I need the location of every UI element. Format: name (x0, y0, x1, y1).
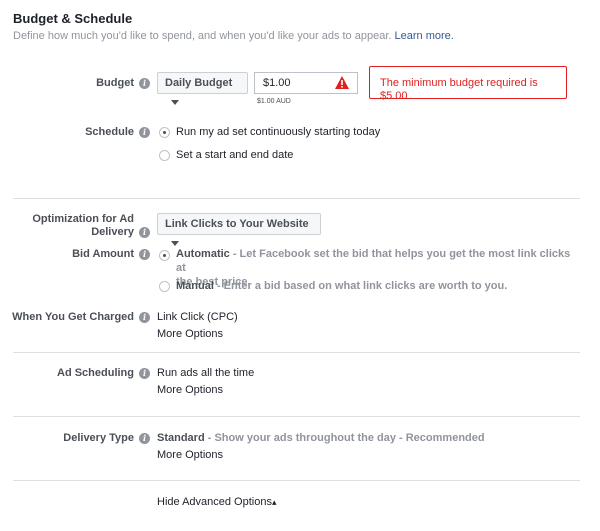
delivery-type-value: Standard - Show your ads throughout the … (157, 431, 577, 445)
schedule-continuous-radio[interactable] (159, 127, 170, 138)
budget-type-dropdown[interactable]: Daily Budget (157, 72, 248, 105)
ad-scheduling-label: Ad Scheduling (57, 367, 134, 379)
optimization-label: Optimization for Ad Delivery (32, 213, 134, 239)
budget-type-label: Daily Budget (165, 77, 233, 89)
schedule-start-end-radio[interactable] (159, 150, 170, 161)
budget-amount-value: $1.00 (263, 77, 291, 89)
section-divider (13, 352, 580, 353)
schedule-label: Schedule (85, 126, 134, 138)
chevron-up-icon: ▴ (271, 497, 277, 507)
bid-manual-desc: - Enter a bid based on what link clicks … (213, 280, 508, 292)
bid-automatic-radio[interactable] (159, 250, 170, 261)
bid-automatic-desc: - Let Facebook set the bid that helps yo… (176, 248, 571, 274)
budget-label: Budget (96, 77, 134, 89)
bid-amount-label: Bid Amount (72, 248, 134, 260)
ad-scheduling-more-options-link[interactable]: More Options (157, 383, 223, 397)
charged-more-options-link[interactable]: More Options (157, 327, 223, 341)
delivery-type-desc: - Show your ads throughout the day - Rec… (204, 432, 485, 444)
bid-manual-radio[interactable] (159, 281, 170, 292)
delivery-type-label: Delivery Type (63, 432, 134, 444)
info-icon[interactable]: i (139, 227, 150, 238)
schedule-option-continuous[interactable]: Run my ad set continuously starting toda… (176, 125, 380, 139)
optimization-label-line2: Delivery (91, 226, 134, 238)
section-divider (13, 198, 580, 199)
bid-manual-title: Manual (176, 280, 214, 292)
info-icon[interactable]: i (139, 368, 150, 379)
section-divider (13, 416, 580, 417)
ad-scheduling-value: Run ads all the time (157, 367, 255, 379)
learn-more-link[interactable]: Learn more. (395, 30, 454, 42)
schedule-option-start-end[interactable]: Set a start and end date (176, 148, 293, 162)
hide-advanced-label: Hide Advanced Options (157, 496, 272, 508)
chevron-down-icon (171, 99, 179, 105)
info-icon[interactable]: i (139, 249, 150, 260)
optimization-value: Link Clicks to Your Website (165, 218, 309, 230)
budget-currency-caption: $1.00 AUD (257, 98, 291, 105)
optimization-label-line1: Optimization for Ad (32, 213, 134, 225)
budget-error-tooltip: The minimum budget required is $5.00 (369, 66, 567, 102)
subtitle-text: Define how much you'd like to spend, and… (13, 30, 392, 42)
bid-automatic-title: Automatic (176, 248, 230, 260)
charged-label: When You Get Charged (12, 311, 134, 323)
budget-error-text: The minimum budget required is $5.00 (380, 77, 538, 102)
delivery-type-title: Standard (157, 432, 205, 444)
charged-value: Link Click (CPC) (157, 311, 238, 323)
info-icon[interactable]: i (139, 78, 150, 89)
section-subtitle: Define how much you'd like to spend, and… (13, 30, 454, 42)
hide-advanced-options-link[interactable]: Hide Advanced Options▴ (157, 495, 277, 509)
info-icon[interactable]: i (139, 433, 150, 444)
info-icon[interactable]: i (139, 312, 150, 323)
warning-icon (335, 76, 349, 89)
info-icon[interactable]: i (139, 127, 150, 138)
optimization-dropdown[interactable]: Link Clicks to Your Website (157, 213, 321, 246)
section-divider (13, 480, 580, 481)
chevron-down-icon (171, 240, 179, 246)
delivery-more-options-link[interactable]: More Options (157, 448, 223, 462)
bid-manual-option[interactable]: Manual - Enter a bid based on what link … (176, 279, 576, 293)
section-title: Budget & Schedule (13, 11, 133, 26)
